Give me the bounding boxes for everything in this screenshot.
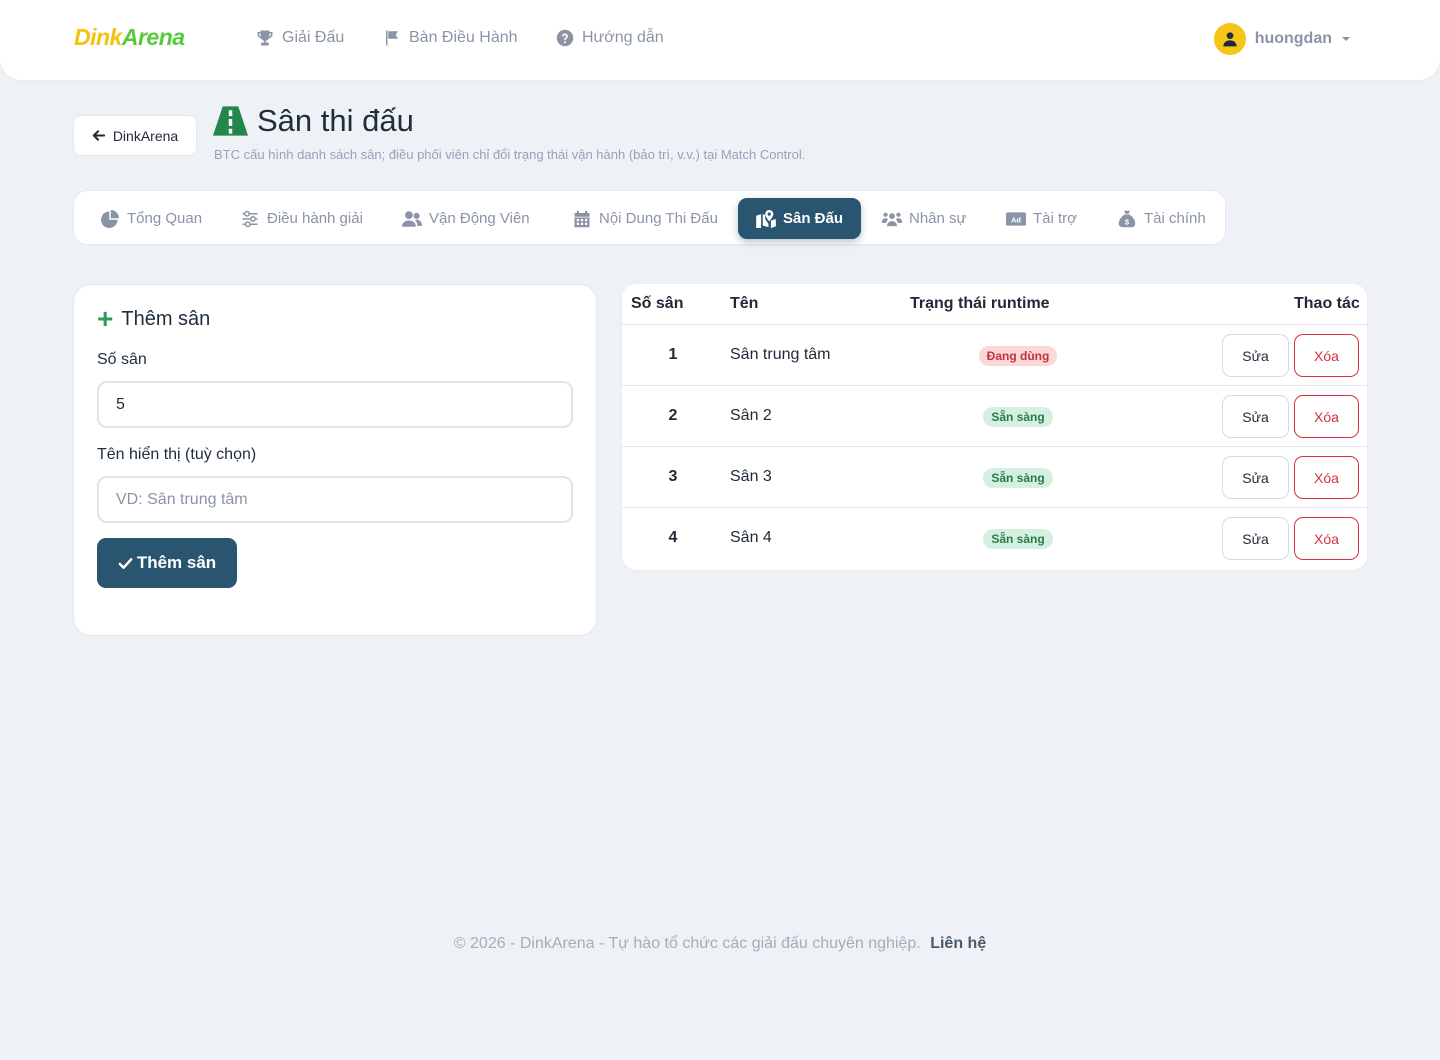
court-name: Sân 3 [730,468,772,485]
courts-table: Số sân Tên Trạng thái runtime Thao tác 1… [622,284,1367,570]
calendar-icon [574,210,590,227]
delete-button[interactable]: Xóa [1294,456,1359,499]
users-icon [402,210,422,227]
flag-icon [386,30,398,46]
trophy-icon [257,30,273,46]
delete-button[interactable]: Xóa [1294,517,1359,560]
add-court-card: + Thêm sân Số sân Tên hiển thị (tuỳ chọn… [73,284,597,636]
court-number: 3 [668,468,678,485]
page-subtitle: BTC cấu hình danh sách sân; điều phối vi… [214,147,806,162]
delete-button[interactable]: Xóa [1294,395,1359,438]
users-group-icon [882,212,902,226]
header-name: Tên [730,295,759,312]
question-circle-icon [556,29,574,47]
tab-tai-chinh[interactable]: $ Tài chính [1115,198,1208,239]
chart-pie-icon [101,209,119,228]
add-court-title: + Thêm sân [97,302,211,334]
court-name: Sân 2 [730,407,772,424]
tab-nhan-su[interactable]: Nhân sự [880,198,969,239]
add-court-button[interactable]: Thêm sân [97,538,237,588]
tab-dieu-hanh-giai[interactable]: Điều hành giải [238,198,365,239]
footer: © 2026 - DinkArena - Tự hào tổ chức các … [0,935,1440,953]
court-name: Sân 4 [730,529,772,546]
court-number-label: Số sân [97,351,147,368]
nav-item-giai-dau[interactable]: Giải Đấu [256,29,344,47]
top-navbar: DinkArena Giải Đấu Bàn Điều Hành Hướng d… [0,0,1440,80]
status-badge: Sẵn sàng [983,468,1053,488]
table-header: Số sân Tên Trạng thái runtime Thao tác [622,284,1367,325]
ad-icon: Ad [1006,211,1026,226]
user-icon [1223,32,1237,47]
header-actions: Thao tác [1294,295,1360,312]
edit-button[interactable]: Sửa [1222,517,1289,560]
tab-san-dau[interactable]: Sân Đấu [738,198,862,239]
tab-tong-quan[interactable]: Tổng Quan [98,198,204,239]
court-number: 4 [668,529,678,546]
arrow-left-icon [92,130,105,141]
delete-button[interactable]: Xóa [1294,334,1359,377]
court-number-input[interactable] [97,381,573,428]
footer-text: © 2026 - DinkArena - Tự hào tổ chức các … [453,935,921,952]
edit-button[interactable]: Sửa [1222,395,1289,438]
page-title: Sân thi đấu [213,103,414,139]
nav-item-ban-dieu-hanh[interactable]: Bàn Điều Hành [383,29,518,47]
tab-van-dong-vien[interactable]: Vận Động Viên [400,198,532,239]
chevron-down-icon [1342,37,1350,41]
tab-noi-dung-thi-dau[interactable]: Nội Dung Thi Đấu [570,198,720,239]
brand-logo[interactable]: DinkArena [74,24,185,51]
avatar [1213,23,1246,55]
court-number: 1 [668,346,678,363]
court-number: 2 [668,407,678,424]
map-location-icon [756,209,776,228]
table-row: 3 Sân 3 Sẵn sàng Sửa Xóa [622,447,1367,508]
tab-tai-tro[interactable]: Ad Tài trợ [1004,198,1079,239]
court-name: Sân trung tâm [730,346,831,363]
display-name-label: Tên hiển thị (tuỳ chọn) [97,446,257,463]
road-icon [213,106,248,136]
header-status: Trạng thái runtime [910,295,1050,312]
money-bag-icon: $ [1118,210,1136,227]
table-row: 4 Sân 4 Sẵn sàng Sửa Xóa [622,508,1367,569]
status-badge: Sẵn sàng [983,407,1053,427]
back-button[interactable]: DinkArena [73,115,197,156]
header-number: Số sân [631,295,684,312]
svg-text:Ad: Ad [1011,215,1021,224]
edit-button[interactable]: Sửa [1222,334,1289,377]
status-badge: Đang dùng [978,346,1058,366]
plus-icon: + [97,302,114,334]
check-icon [118,557,133,569]
user-menu[interactable]: huongdan [1213,23,1350,55]
contact-link[interactable]: Liên hệ [930,935,986,952]
sliders-icon [242,210,258,227]
username: huongdan [1254,30,1332,47]
status-badge: Sẵn sàng [983,529,1053,549]
table-row: 1 Sân trung tâm Đang dùng Sửa Xóa [622,325,1367,386]
display-name-input[interactable] [97,476,573,523]
tab-bar: Tổng Quan Điều hành giải Vận Động Viên N… [73,190,1226,245]
nav-item-huong-dan[interactable]: Hướng dẫn [556,29,664,47]
edit-button[interactable]: Sửa [1222,456,1289,499]
table-row: 2 Sân 2 Sẵn sàng Sửa Xóa [622,386,1367,447]
